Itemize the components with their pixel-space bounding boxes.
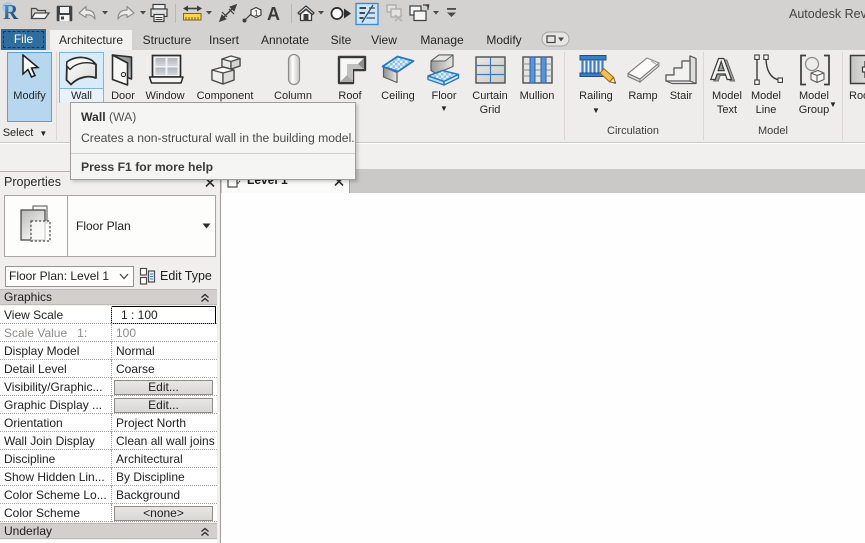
svg-text:R: R bbox=[3, 0, 19, 24]
svg-text:A: A bbox=[710, 52, 732, 87]
svg-text:1: 1 bbox=[254, 9, 259, 18]
svg-text:A: A bbox=[267, 4, 280, 24]
